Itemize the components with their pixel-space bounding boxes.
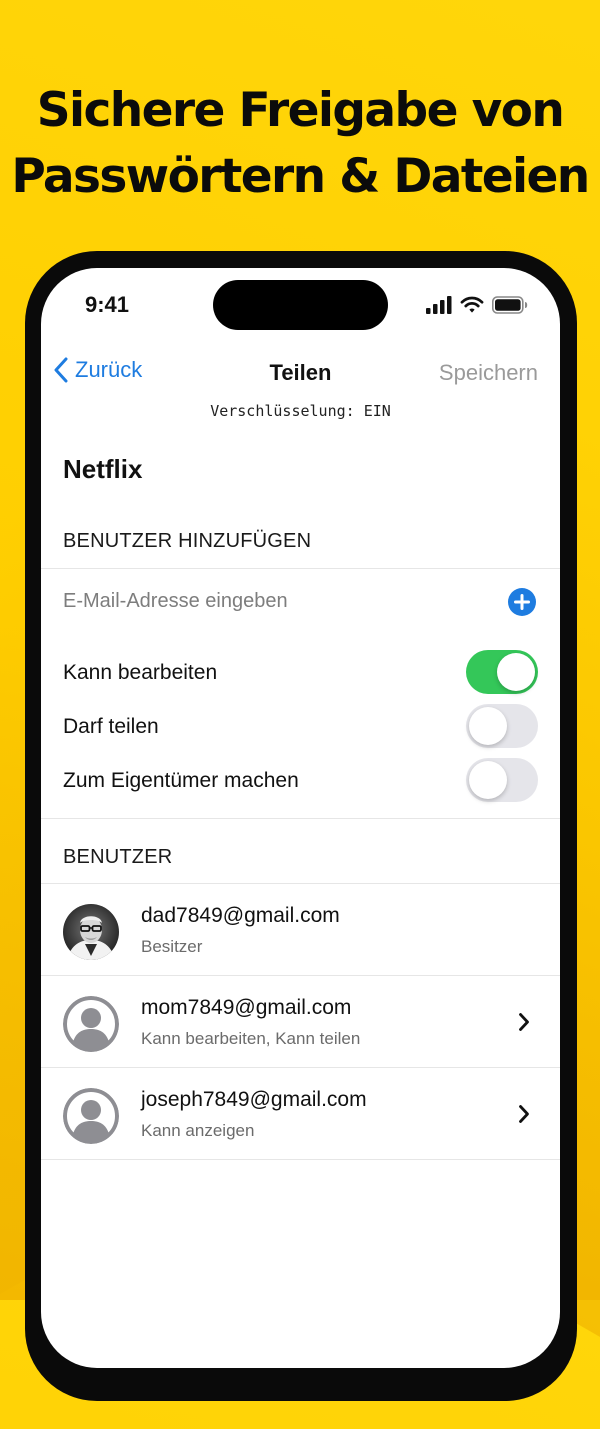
chevron-right-icon: [519, 1013, 529, 1031]
divider: [41, 568, 560, 569]
encryption-status: Verschlüsselung: EIN: [210, 402, 391, 420]
option-can-edit-label: Kann bearbeiten: [63, 661, 218, 684]
users-section-header: BENUTZER: [63, 846, 173, 868]
user-photo: [63, 904, 119, 960]
user-row-mom[interactable]: mom7849@gmail.com Kann bearbeiten, Kann …: [41, 976, 560, 1068]
plus-icon: [514, 594, 530, 610]
dynamic-island: [213, 280, 388, 330]
phone-screen: 9:41 Zurück Teilen Speichern Verschlüsse…: [41, 268, 560, 1368]
chevron-left-icon: [54, 357, 68, 383]
option-can-share-label: Darf teilen: [63, 715, 159, 738]
placeholder-person-icon: [63, 996, 119, 1052]
back-button[interactable]: Zurück: [53, 356, 142, 384]
wifi-icon: [460, 296, 484, 313]
can-edit-toggle[interactable]: [466, 650, 538, 694]
cellular-signal-icon: [426, 296, 452, 314]
avatar: [63, 996, 119, 1052]
toggle-knob: [469, 761, 507, 799]
user-email: mom7849@gmail.com: [141, 996, 352, 1019]
divider: [41, 1159, 560, 1160]
user-role: Kann anzeigen: [141, 1121, 255, 1140]
make-owner-toggle[interactable]: [466, 758, 538, 802]
placeholder-person-icon: [63, 1088, 119, 1144]
toggle-knob: [497, 653, 535, 691]
headline-line-1: Sichere Freigabe von: [36, 83, 565, 138]
user-email: joseph7849@gmail.com: [141, 1088, 367, 1111]
can-share-toggle[interactable]: [466, 704, 538, 748]
user-role: Kann bearbeiten, Kann teilen: [141, 1029, 361, 1048]
user-row-joseph[interactable]: joseph7849@gmail.com Kann anzeigen: [41, 1068, 560, 1160]
avatar: [63, 1088, 119, 1144]
user-email: dad7849@gmail.com: [141, 904, 340, 927]
add-user-button[interactable]: [508, 588, 536, 616]
back-button-label: Zurück: [75, 357, 143, 382]
add-users-section-header: BENUTZER HINZUFÜGEN: [63, 530, 312, 552]
chevron-right-icon: [519, 1105, 529, 1123]
battery-icon: [492, 296, 528, 314]
avatar: [63, 904, 119, 960]
status-icons: [426, 296, 528, 314]
divider: [41, 818, 560, 819]
marketing-headline: Sichere Freigabe von Passwörtern & Datei…: [0, 78, 600, 210]
item-title: Netflix: [63, 454, 143, 484]
save-button[interactable]: Speichern: [439, 360, 538, 386]
user-role: Besitzer: [141, 937, 203, 956]
option-make-owner-label: Zum Eigentümer machen: [63, 769, 299, 792]
headline-line-2: Passwörtern & Dateien: [11, 149, 590, 204]
toggle-knob: [469, 707, 507, 745]
user-row-owner: dad7849@gmail.com Besitzer: [41, 884, 560, 976]
email-input[interactable]: [63, 586, 493, 616]
status-time: 9:41: [85, 292, 130, 317]
